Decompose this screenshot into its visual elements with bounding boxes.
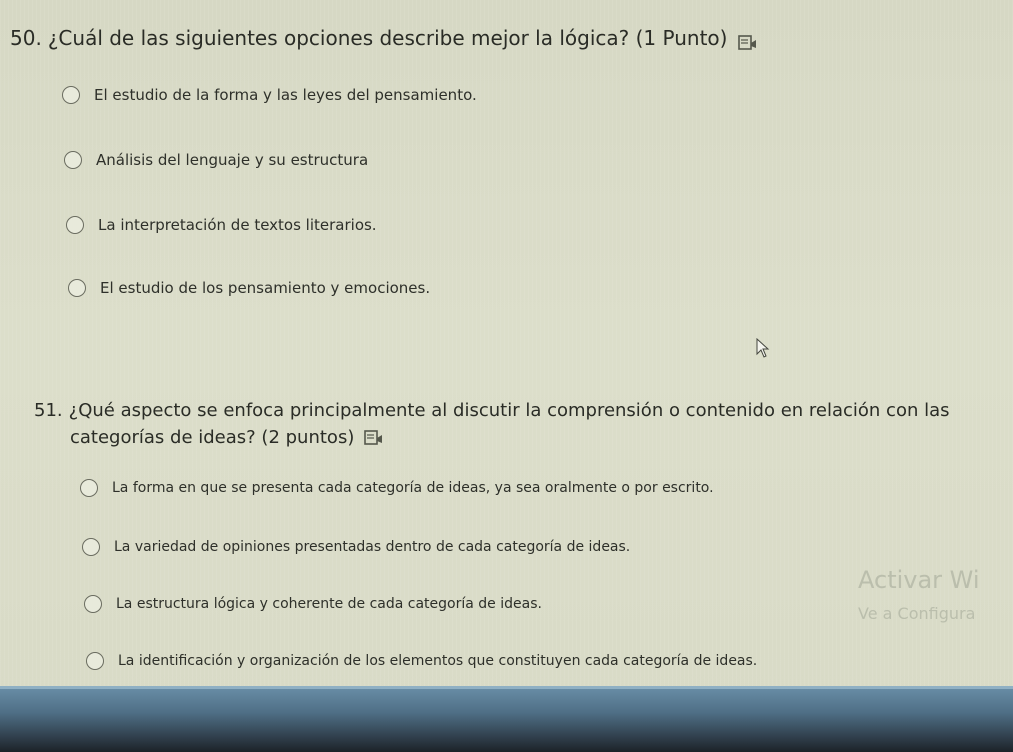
immersive-reader-icon[interactable] xyxy=(738,32,758,50)
question-50-title: 50. ¿Cuál de las siguientes opciones desc… xyxy=(10,26,758,50)
question-51-line-1: 51. ¿Qué aspecto se enfoca principalmente… xyxy=(34,400,950,421)
radio-button[interactable] xyxy=(86,652,104,670)
question-50-option-1[interactable]: El estudio de la forma y las leyes del p… xyxy=(62,86,477,104)
option-label: El estudio de los pensamiento y emocione… xyxy=(100,279,431,297)
question-50-option-4[interactable]: El estudio de los pensamiento y emocione… xyxy=(68,279,430,297)
radio-button[interactable] xyxy=(64,151,82,169)
question-50-option-2[interactable]: Análisis del lenguaje y su estructura xyxy=(64,151,368,169)
question-50-number: 50. xyxy=(10,26,42,50)
option-label: La estructura lógica y coherente de cada… xyxy=(116,596,542,612)
radio-button[interactable] xyxy=(84,595,102,613)
radio-button[interactable] xyxy=(82,538,100,556)
question-51-text-line-2: categorías de ideas? (2 puntos) xyxy=(70,427,355,448)
activation-watermark-title: Activar Wi xyxy=(858,566,980,594)
question-51-option-4[interactable]: La identificación y organización de los … xyxy=(86,652,757,670)
question-51-option-3[interactable]: La estructura lógica y coherente de cada… xyxy=(84,595,542,613)
question-51-title: 51. ¿Qué aspecto se enfoca principalmente… xyxy=(34,400,950,448)
radio-button[interactable] xyxy=(80,479,98,497)
mouse-pointer-icon xyxy=(756,337,770,362)
activation-watermark-subtitle: Ve a Configura xyxy=(858,604,976,623)
question-51-option-2[interactable]: La variedad de opiniones presentadas den… xyxy=(82,538,630,556)
option-label: La interpretación de textos literarios. xyxy=(98,216,377,234)
question-50-text: ¿Cuál de las siguientes opciones describ… xyxy=(47,26,728,50)
question-51-number: 51. xyxy=(34,400,63,421)
immersive-reader-icon[interactable] xyxy=(364,430,384,446)
question-51-text-line-1: ¿Qué aspecto se enfoca principalmente al… xyxy=(68,400,950,421)
taskbar xyxy=(0,686,1013,752)
question-51-line-2: categorías de ideas? (2 puntos) xyxy=(34,427,950,448)
question-51-option-1[interactable]: La forma en que se presenta cada categor… xyxy=(80,479,714,497)
option-label: El estudio de la forma y las leyes del p… xyxy=(94,86,477,104)
radio-button[interactable] xyxy=(66,216,84,234)
radio-button[interactable] xyxy=(68,279,86,297)
question-50-option-3[interactable]: La interpretación de textos literarios. xyxy=(66,216,377,234)
option-label: La forma en que se presenta cada categor… xyxy=(112,480,714,496)
radio-button[interactable] xyxy=(62,86,80,104)
taskbar-edge xyxy=(0,686,1013,689)
option-label: Análisis del lenguaje y su estructura xyxy=(96,151,369,169)
option-label: La variedad de opiniones presentadas den… xyxy=(114,539,631,555)
option-label: La identificación y organización de los … xyxy=(118,653,758,669)
